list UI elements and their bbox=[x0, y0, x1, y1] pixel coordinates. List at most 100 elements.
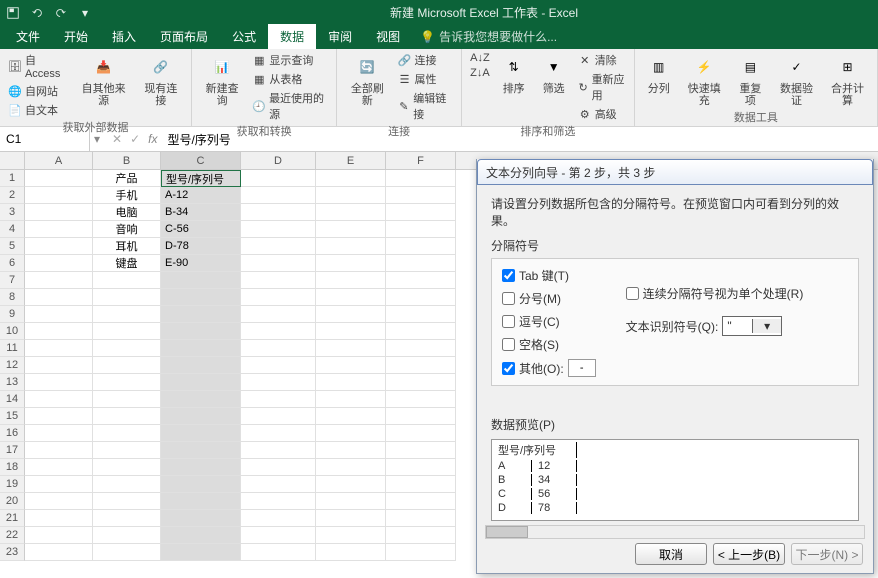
cell-A9[interactable] bbox=[25, 306, 93, 323]
redo-icon[interactable] bbox=[52, 4, 70, 22]
delim-space-checkbox[interactable]: 空格(S) bbox=[502, 336, 596, 353]
edit-links-button[interactable]: ✎编辑链接 bbox=[396, 89, 456, 123]
cell-E16[interactable] bbox=[316, 425, 386, 442]
flash-fill-button[interactable]: ⚡快速填充 bbox=[681, 51, 728, 109]
cell-A20[interactable] bbox=[25, 493, 93, 510]
cell-C8[interactable] bbox=[161, 289, 241, 306]
cell-E8[interactable] bbox=[316, 289, 386, 306]
confirm-formula-icon[interactable]: ✓ bbox=[130, 132, 140, 146]
cell-C1[interactable]: 型号/序列号 bbox=[161, 170, 241, 187]
cell-D1[interactable] bbox=[241, 170, 316, 187]
cell-D11[interactable] bbox=[241, 340, 316, 357]
cell-C6[interactable]: E-90 bbox=[161, 255, 241, 272]
row-header-8[interactable]: 8 bbox=[0, 289, 25, 306]
cell-F18[interactable] bbox=[386, 459, 456, 476]
cell-C21[interactable] bbox=[161, 510, 241, 527]
existing-connections-button[interactable]: 🔗现有连接 bbox=[137, 51, 185, 109]
cell-F20[interactable] bbox=[386, 493, 456, 510]
row-header-10[interactable]: 10 bbox=[0, 323, 25, 340]
cell-C14[interactable] bbox=[161, 391, 241, 408]
tab-home[interactable]: 开始 bbox=[52, 24, 100, 49]
connections-button[interactable]: 🔗连接 bbox=[396, 51, 456, 69]
cell-B14[interactable] bbox=[93, 391, 161, 408]
cell-A22[interactable] bbox=[25, 527, 93, 544]
cell-E18[interactable] bbox=[316, 459, 386, 476]
cell-C23[interactable] bbox=[161, 544, 241, 561]
cell-D2[interactable] bbox=[241, 187, 316, 204]
text-to-columns-button[interactable]: ▥分列 bbox=[641, 51, 677, 97]
cell-C4[interactable]: C-56 bbox=[161, 221, 241, 238]
cell-F1[interactable] bbox=[386, 170, 456, 187]
cell-F19[interactable] bbox=[386, 476, 456, 493]
cell-A12[interactable] bbox=[25, 357, 93, 374]
cell-D16[interactable] bbox=[241, 425, 316, 442]
column-header-F[interactable]: F bbox=[386, 152, 456, 169]
cell-F14[interactable] bbox=[386, 391, 456, 408]
cell-F15[interactable] bbox=[386, 408, 456, 425]
cell-A6[interactable] bbox=[25, 255, 93, 272]
cell-E3[interactable] bbox=[316, 204, 386, 221]
row-header-15[interactable]: 15 bbox=[0, 408, 25, 425]
row-header-12[interactable]: 12 bbox=[0, 357, 25, 374]
cell-C18[interactable] bbox=[161, 459, 241, 476]
clear-filter-button[interactable]: ✕清除 bbox=[576, 51, 628, 69]
column-header-D[interactable]: D bbox=[241, 152, 316, 169]
row-header-3[interactable]: 3 bbox=[0, 204, 25, 221]
cell-E19[interactable] bbox=[316, 476, 386, 493]
row-header-16[interactable]: 16 bbox=[0, 425, 25, 442]
cell-B23[interactable] bbox=[93, 544, 161, 561]
cell-D5[interactable] bbox=[241, 238, 316, 255]
cell-D8[interactable] bbox=[241, 289, 316, 306]
sort-az-button[interactable]: A↓Z bbox=[468, 51, 492, 65]
cell-E13[interactable] bbox=[316, 374, 386, 391]
row-header-20[interactable]: 20 bbox=[0, 493, 25, 510]
row-header-4[interactable]: 4 bbox=[0, 221, 25, 238]
cell-D12[interactable] bbox=[241, 357, 316, 374]
cell-C7[interactable] bbox=[161, 272, 241, 289]
row-header-17[interactable]: 17 bbox=[0, 442, 25, 459]
cell-F6[interactable] bbox=[386, 255, 456, 272]
cell-B15[interactable] bbox=[93, 408, 161, 425]
cell-A14[interactable] bbox=[25, 391, 93, 408]
row-header-21[interactable]: 21 bbox=[0, 510, 25, 527]
cell-F11[interactable] bbox=[386, 340, 456, 357]
from-web-button[interactable]: 🌐自网站 bbox=[6, 82, 70, 100]
cell-E14[interactable] bbox=[316, 391, 386, 408]
cell-B3[interactable]: 电脑 bbox=[93, 204, 161, 221]
cell-C9[interactable] bbox=[161, 306, 241, 323]
cell-B22[interactable] bbox=[93, 527, 161, 544]
cell-B19[interactable] bbox=[93, 476, 161, 493]
tab-file[interactable]: 文件 bbox=[4, 24, 52, 49]
cell-E17[interactable] bbox=[316, 442, 386, 459]
sort-button[interactable]: ⇅排序 bbox=[496, 51, 532, 97]
cell-E15[interactable] bbox=[316, 408, 386, 425]
row-header-1[interactable]: 1 bbox=[0, 170, 25, 187]
delim-other-input[interactable] bbox=[568, 359, 596, 377]
cell-A5[interactable] bbox=[25, 238, 93, 255]
delim-semicolon-checkbox[interactable]: 分号(M) bbox=[502, 290, 596, 307]
cell-F13[interactable] bbox=[386, 374, 456, 391]
cell-D10[interactable] bbox=[241, 323, 316, 340]
cell-D17[interactable] bbox=[241, 442, 316, 459]
cell-F4[interactable] bbox=[386, 221, 456, 238]
cell-C16[interactable] bbox=[161, 425, 241, 442]
cell-C20[interactable] bbox=[161, 493, 241, 510]
cell-D13[interactable] bbox=[241, 374, 316, 391]
consecutive-delim-checkbox[interactable]: 连续分隔符号视为单个处理(R) bbox=[626, 285, 804, 302]
cell-B8[interactable] bbox=[93, 289, 161, 306]
cell-D7[interactable] bbox=[241, 272, 316, 289]
cell-A16[interactable] bbox=[25, 425, 93, 442]
scrollbar-thumb[interactable] bbox=[486, 526, 528, 538]
save-icon[interactable] bbox=[4, 4, 22, 22]
cell-A10[interactable] bbox=[25, 323, 93, 340]
cell-B10[interactable] bbox=[93, 323, 161, 340]
remove-duplicates-button[interactable]: ▤重复项 bbox=[732, 51, 769, 109]
cell-D4[interactable] bbox=[241, 221, 316, 238]
cell-B5[interactable]: 耳机 bbox=[93, 238, 161, 255]
cell-C15[interactable] bbox=[161, 408, 241, 425]
row-header-22[interactable]: 22 bbox=[0, 527, 25, 544]
delim-tab-checkbox[interactable]: Tab 键(T) bbox=[502, 267, 596, 284]
cell-C2[interactable]: A-12 bbox=[161, 187, 241, 204]
row-header-7[interactable]: 7 bbox=[0, 272, 25, 289]
next-button[interactable]: 下一步(N) > bbox=[791, 543, 863, 565]
